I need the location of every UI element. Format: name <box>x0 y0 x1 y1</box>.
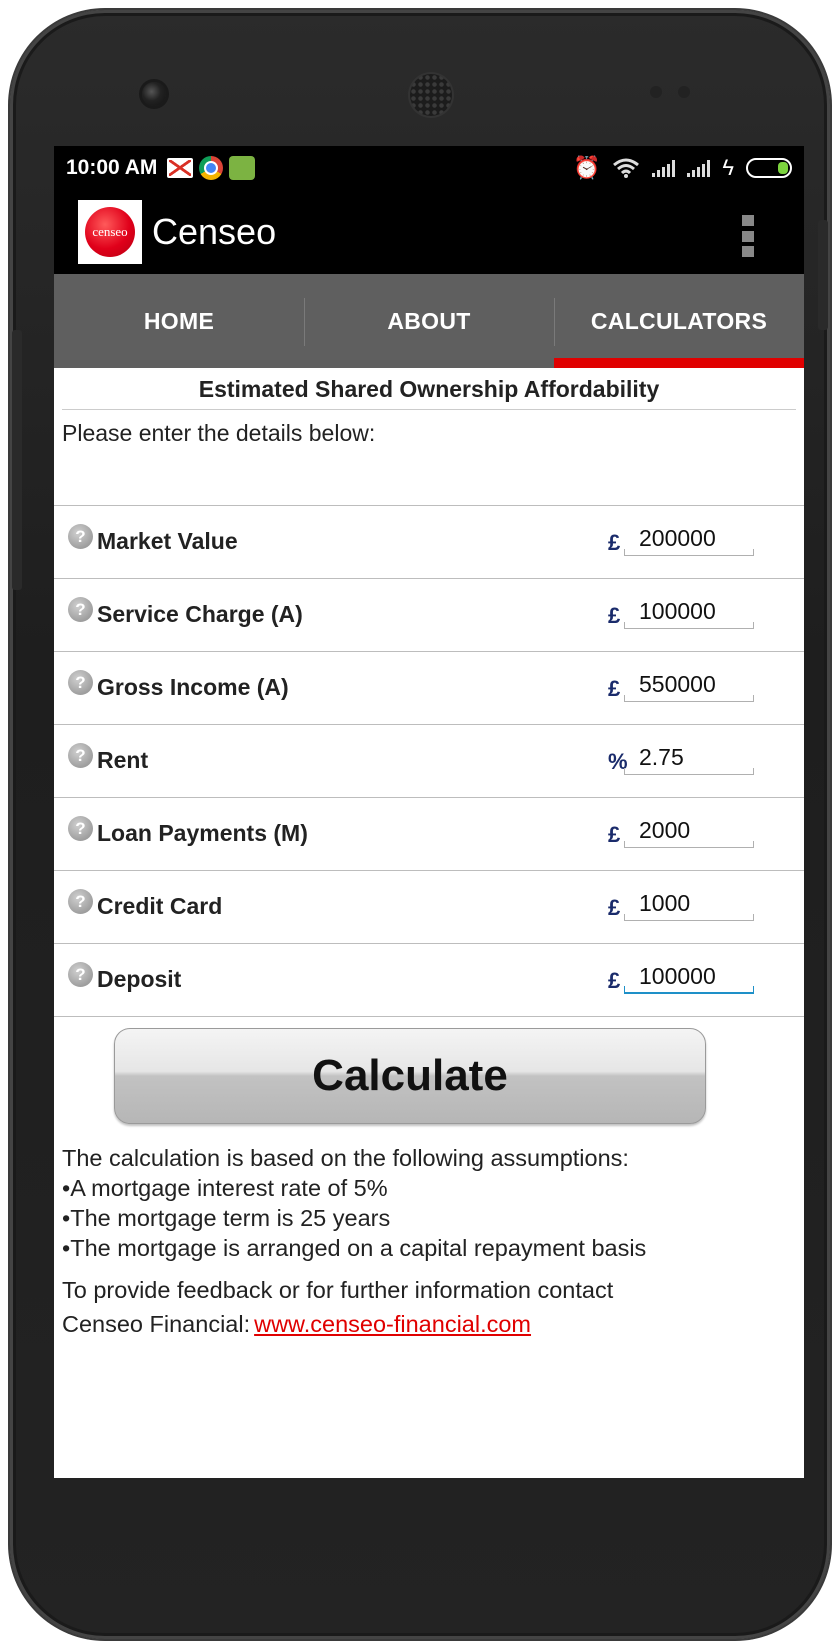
feedback-contact: Censeo Financial: <box>62 1311 251 1337</box>
field-label: Gross Income (A) <box>97 674 289 700</box>
unit-symbol: £ <box>608 676 621 701</box>
field-label: Market Value <box>97 528 238 554</box>
calculator-title: Estimated Shared Ownership Affordability <box>62 368 796 410</box>
android-icon <box>229 156 256 180</box>
signal-icon <box>652 159 676 177</box>
rent-input[interactable] <box>624 739 754 775</box>
help-icon[interactable]: ? <box>68 816 93 841</box>
alarm-icon: ⏰ <box>572 155 601 180</box>
loan-payments-input[interactable] <box>624 812 754 848</box>
logo-text: censeo <box>85 207 135 257</box>
help-icon[interactable]: ? <box>68 670 93 695</box>
field-label: Rent <box>97 747 149 773</box>
battery-icon <box>746 158 792 178</box>
volume-button <box>12 330 22 590</box>
power-button <box>818 220 828 330</box>
field-row-rent: ? Rent % <box>54 725 804 798</box>
service-charge-input[interactable] <box>624 593 754 629</box>
deposit-input[interactable] <box>624 958 754 994</box>
status-icons: ⏰ ϟ <box>573 157 792 179</box>
feedback-line: To provide feedback or for further infor… <box>62 1277 614 1303</box>
app-title: Censeo <box>152 211 277 252</box>
gmail-icon <box>167 158 194 178</box>
field-label: Loan Payments (M) <box>97 820 308 846</box>
help-icon[interactable]: ? <box>68 597 93 622</box>
calculator-content: Estimated Shared Ownership Affordability… <box>54 368 804 1337</box>
intro-text: Please enter the details below: <box>54 410 804 506</box>
earpiece-speaker <box>410 74 452 116</box>
assumptions-heading: The calculation is based on the followin… <box>62 1145 629 1171</box>
phone-frame: 10:00 AM ⏰ ϟ censeo Censeo HOME ABOUT CA… <box>10 10 830 1639</box>
field-label: Credit Card <box>97 893 223 919</box>
tab-bar: HOME ABOUT CALCULATORS <box>54 274 804 368</box>
assumptions-notes: The calculation is based on the followin… <box>62 1143 802 1341</box>
credit-card-input[interactable] <box>624 885 754 921</box>
tab-home[interactable]: HOME <box>54 274 304 368</box>
assumption-item: •The mortgage is arranged on a capital r… <box>62 1235 647 1261</box>
front-camera <box>142 82 166 106</box>
field-row-market-value: ? Market Value £ <box>54 506 804 579</box>
unit-symbol: £ <box>608 968 621 993</box>
tab-about[interactable]: ABOUT <box>304 274 554 368</box>
signal-icon <box>687 159 711 177</box>
field-row-loan-payments: ? Loan Payments (M) £ <box>54 798 804 871</box>
field-label: Deposit <box>97 966 182 992</box>
field-row-deposit: ? Deposit £ <box>54 944 804 1017</box>
field-row-gross-income: ? Gross Income (A) £ <box>54 652 804 725</box>
help-icon[interactable]: ? <box>68 889 93 914</box>
app-bar: censeo Censeo <box>54 190 804 274</box>
calculate-button[interactable]: Calculate <box>114 1028 706 1124</box>
help-icon[interactable]: ? <box>68 743 93 768</box>
more-vert-icon[interactable] <box>742 215 754 257</box>
feedback-text: To provide feedback or for further infor… <box>62 1273 802 1341</box>
unit-symbol: £ <box>608 603 621 628</box>
charging-icon: ϟ <box>722 155 734 180</box>
wifi-icon <box>613 158 640 178</box>
feedback-line: Censeo Financial: www.censeo-financial.co… <box>62 1307 802 1341</box>
tab-calculators[interactable]: CALCULATORS <box>554 274 804 368</box>
light-sensor <box>678 86 690 98</box>
help-icon[interactable]: ? <box>68 962 93 987</box>
proximity-sensor <box>650 86 662 98</box>
gross-income-input[interactable] <box>624 666 754 702</box>
field-label: Service Charge (A) <box>97 601 303 627</box>
unit-symbol: £ <box>608 822 621 847</box>
app-logo: censeo <box>78 200 142 264</box>
unit-symbol: £ <box>608 530 621 555</box>
chrome-icon <box>199 156 224 180</box>
assumption-item: •A mortgage interest rate of 5% <box>62 1175 388 1201</box>
screen: 10:00 AM ⏰ ϟ censeo Censeo HOME ABOUT CA… <box>54 146 804 1478</box>
unit-symbol: £ <box>608 895 621 920</box>
field-row-credit-card: ? Credit Card £ <box>54 871 804 944</box>
market-value-input[interactable] <box>624 520 754 556</box>
website-link[interactable]: www.censeo-financial.com <box>254 1311 531 1337</box>
status-time: 10:00 AM <box>66 156 158 179</box>
help-icon[interactable]: ? <box>68 524 93 549</box>
assumption-item: •The mortgage term is 25 years <box>62 1205 391 1231</box>
status-bar: 10:00 AM ⏰ ϟ <box>54 146 804 190</box>
field-row-service-charge: ? Service Charge (A) £ <box>54 579 804 652</box>
